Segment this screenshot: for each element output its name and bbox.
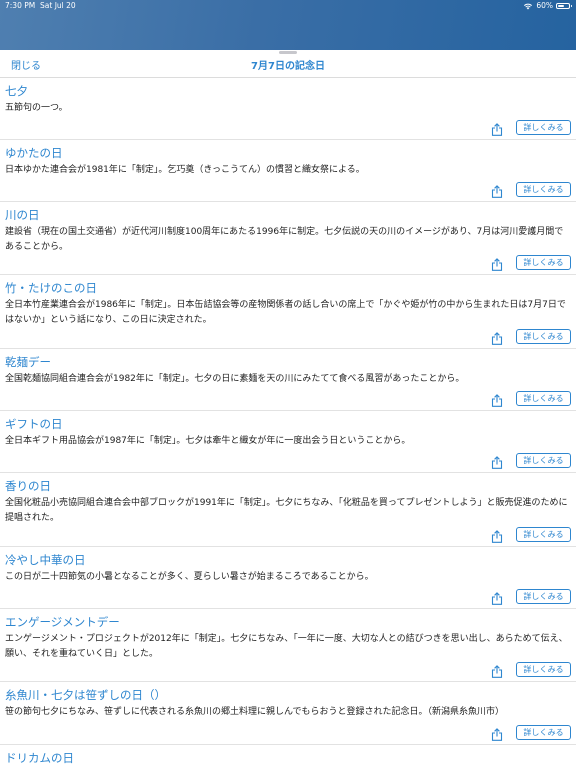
entry-title: 乾麺デー (5, 355, 51, 369)
list-item: 竹・たけのこの日全日本竹産業連合会が1986年に「制定」。日本缶詰協会等の産物関… (0, 275, 576, 349)
share-icon[interactable] (491, 330, 503, 345)
entry-description: 全日本竹産業連合会が1986年に「制定」。日本缶詰協会等の産物関係者の話し合いの… (5, 300, 566, 325)
clock-date: Sat Jul 20 (40, 1, 76, 10)
entry-description: 笹の節句七夕にちなみ、笹ずしに代表される糸魚川の郷土料理に親しんでもらおうと登録… (5, 707, 505, 717)
battery-icon (556, 3, 572, 9)
battery-percent: 60% (536, 1, 553, 10)
details-button[interactable]: 詳しくみる (516, 725, 571, 740)
details-button[interactable]: 詳しくみる (516, 120, 571, 135)
list-item: 川の日建設省（現在の国土交通省）が近代河川制度100周年にあたる1996年に制定… (0, 202, 576, 275)
details-button[interactable]: 詳しくみる (516, 527, 571, 542)
entry-description: 全国乾麺協同組合連合会が1982年に「制定」。七夕の日に素麺を天の川にみたてて食… (5, 374, 465, 384)
share-icon[interactable] (491, 392, 503, 407)
entry-title: 竹・たけのこの日 (5, 281, 97, 295)
status-bar: 7:30 PM Sat Jul 20 60% (0, 0, 576, 12)
entry-title: 川の日 (5, 208, 40, 222)
entry-description: エンゲージメント・プロジェクトが2012年に「制定」。七夕にちなみ、「一年に一度… (5, 634, 568, 659)
entry-title: 冷やし中華の日 (5, 553, 86, 567)
list-item: エンゲージメントデーエンゲージメント・プロジェクトが2012年に「制定」。七夕に… (0, 609, 576, 682)
header-background: 7:30 PM Sat Jul 20 60% (0, 0, 576, 50)
entry-description: 全日本ギフト用品協会が1987年に「制定」。七夕は牽牛と織女が年に一度出会う日と… (5, 436, 411, 446)
details-button[interactable]: 詳しくみる (516, 329, 571, 344)
entry-title: 糸魚川・七夕は笹ずしの日（） (5, 688, 166, 702)
clock-time: 7:30 PM (5, 1, 36, 10)
share-icon[interactable] (491, 121, 503, 136)
share-icon[interactable] (491, 726, 503, 741)
list-item: 糸魚川・七夕は笹ずしの日（） 笹の節句七夕にちなみ、笹ずしに代表される糸魚川の郷土… (0, 682, 576, 745)
details-button[interactable]: 詳しくみる (516, 391, 571, 406)
share-icon[interactable] (491, 183, 503, 198)
list-item: 乾麺デー全国乾麺協同組合連合会が1982年に「制定」。七夕の日に素麺を天の川にみ… (0, 349, 576, 411)
status-indicators: 60% (523, 0, 572, 12)
entry-description: 全国化粧品小売協同組合連合会中部ブロックが1991年に「制定」。七夕にちなみ、「… (5, 498, 568, 523)
page-title: 7月7日の記念日 (251, 61, 325, 72)
entry-title: 香りの日 (5, 479, 51, 493)
details-button[interactable]: 詳しくみる (516, 589, 571, 604)
entry-description: この日が二十四節気の小暑となることが多く、夏らしい暑さが始まるころであることから… (5, 572, 374, 582)
details-button[interactable]: 詳しくみる (516, 453, 571, 468)
details-button[interactable]: 詳しくみる (516, 182, 571, 197)
details-button[interactable]: 詳しくみる (516, 662, 571, 677)
entry-description: 建設省（現在の国土交通省）が近代河川制度100周年にあたる1996年に制定。七夕… (5, 227, 564, 252)
share-icon[interactable] (491, 454, 503, 469)
navigation-bar: 閉じる 7月7日の記念日 (0, 50, 576, 78)
list-item: ドリカムの日 (0, 745, 576, 768)
share-icon[interactable] (491, 663, 503, 678)
list-item: ゆかたの日日本ゆかた連合会が1981年に「制定」。乞巧奠（きっこうてん）の慣習と… (0, 140, 576, 202)
entry-title: ギフトの日 (5, 417, 63, 431)
list-item: 香りの日全国化粧品小売協同組合連合会中部ブロックが1991年に「制定」。七夕にち… (0, 473, 576, 547)
share-icon[interactable] (491, 590, 503, 605)
entry-title: ドリカムの日 (5, 751, 74, 765)
entry-title: エンゲージメントデー (5, 615, 120, 629)
list-item: ギフトの日全日本ギフト用品協会が1987年に「制定」。七夕は牽牛と織女が年に一度… (0, 411, 576, 473)
entry-title: 七夕 (5, 84, 28, 98)
entry-title: ゆかたの日 (5, 146, 63, 160)
entry-description: 五節句の一つ。 (5, 103, 68, 113)
battery-level (558, 5, 564, 7)
share-icon[interactable] (491, 256, 503, 271)
list-item: 冷やし中華の日この日が二十四節気の小暑となることが多く、夏らしい暑さが始まるころ… (0, 547, 576, 609)
share-icon[interactable] (491, 528, 503, 543)
entry-description: 日本ゆかた連合会が1981年に「制定」。乞巧奠（きっこうてん）の慣習と織女祭によ… (5, 165, 365, 175)
details-button[interactable]: 詳しくみる (516, 255, 571, 270)
status-time: 7:30 PM Sat Jul 20 (5, 0, 76, 12)
list-item: 七夕五節句の一つ。詳しくみる (0, 78, 576, 140)
modal-sheet: 閉じる 7月7日の記念日 七夕 五節句の一つ。 詳しくみる ゆかたの日 日本ゆかた連合会… (0, 50, 576, 768)
wifi-icon (524, 3, 533, 10)
anniversary-list: 七夕 五節句の一つ。 詳しくみる ゆかたの日 日本ゆかた連合会が1981年に「制定」。乞… (0, 78, 576, 768)
